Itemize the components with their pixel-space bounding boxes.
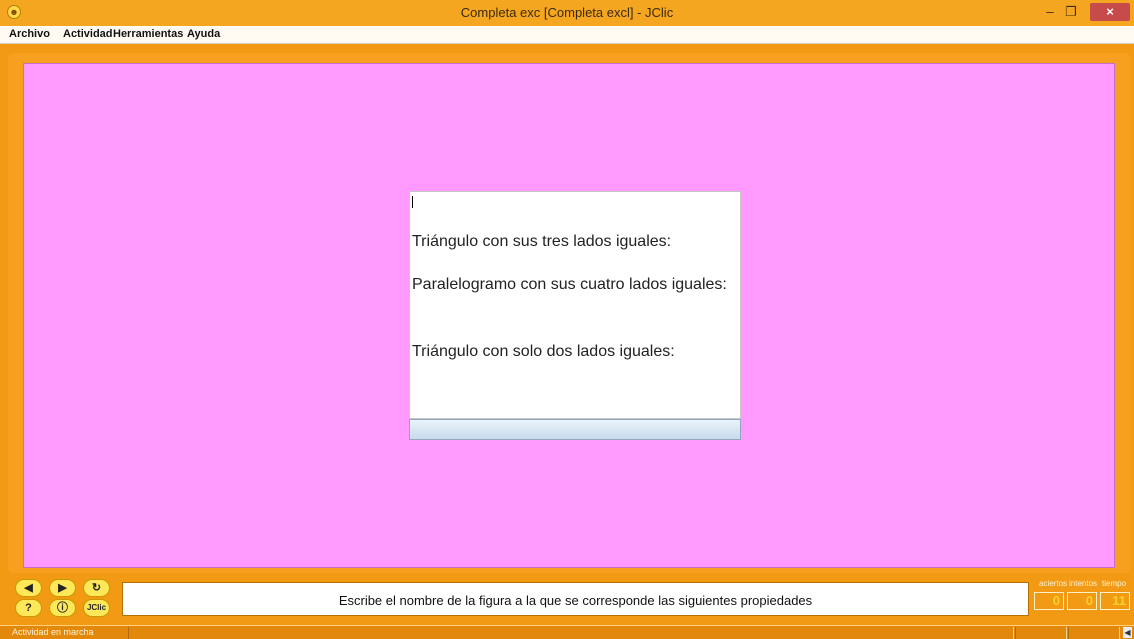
help-icon: ?	[25, 602, 32, 614]
menu-actividad[interactable]: Actividad	[63, 28, 113, 40]
arrow-left-icon: ◀	[24, 582, 33, 594]
message-box: Escribe el nombre de la figura a la que …	[122, 582, 1029, 616]
panel-scroll-bar[interactable]	[409, 419, 741, 440]
tiempo-counter: 11	[1100, 592, 1130, 610]
status-cell	[1015, 627, 1067, 639]
text-completion-panel[interactable]: Triángulo con sus tres lados iguales: Pa…	[409, 191, 741, 419]
restart-icon: ↻	[91, 582, 102, 594]
aciertos-counter: 0	[1034, 592, 1064, 610]
instruction-message: Escribe el nombre de la figura a la que …	[338, 593, 813, 608]
jclic-logo: JClic	[86, 603, 107, 612]
next-activity-button[interactable]: ▶	[49, 579, 76, 597]
menu-ayuda[interactable]: Ayuda	[187, 28, 220, 40]
menu-herramientas[interactable]: Herramientas	[113, 28, 183, 40]
minimize-button[interactable]: –	[1040, 3, 1060, 21]
menu-bar: Archivo Actividad Herramientas Ayuda	[0, 26, 1134, 44]
close-button[interactable]: ×	[1090, 3, 1130, 21]
info-button[interactable]: ⓘ	[49, 599, 76, 617]
status-bar: Actividad en marcha ◀	[0, 625, 1134, 639]
window-title-bar[interactable]: ☻ Completa exc [Completa excl] - JClic –…	[0, 0, 1134, 26]
status-cell	[1068, 627, 1120, 639]
help-button[interactable]: ?	[15, 599, 42, 617]
restore-button[interactable]: ❐	[1061, 3, 1081, 21]
question-line: Paralelogramo con sus cuatro lados igual…	[412, 276, 727, 293]
question-line: Triángulo con solo dos lados iguales:	[412, 343, 675, 360]
arrow-right-icon: ▶	[58, 582, 67, 594]
window-title: Completa exc [Completa excl] - JClic	[460, 5, 674, 20]
counter-label-intentos: intentos	[1069, 579, 1098, 588]
status-progress-area	[128, 627, 1014, 639]
restart-activity-button[interactable]: ↻	[83, 579, 110, 597]
prev-activity-button[interactable]: ◀	[15, 579, 42, 597]
jclic-button[interactable]: JClic	[83, 599, 110, 617]
info-icon: ⓘ	[57, 602, 68, 614]
menu-archivo[interactable]: Archivo	[9, 28, 50, 40]
counter-label-aciertos: aciertos	[1039, 579, 1068, 588]
counter-label-tiempo: tiempo	[1102, 579, 1127, 588]
question-line: Triángulo con sus tres lados iguales:	[412, 233, 672, 250]
status-text: Actividad en marcha	[12, 627, 94, 637]
intentos-counter: 0	[1067, 592, 1097, 610]
speaker-icon[interactable]: ◀	[1123, 627, 1132, 638]
text-caret	[412, 196, 413, 208]
